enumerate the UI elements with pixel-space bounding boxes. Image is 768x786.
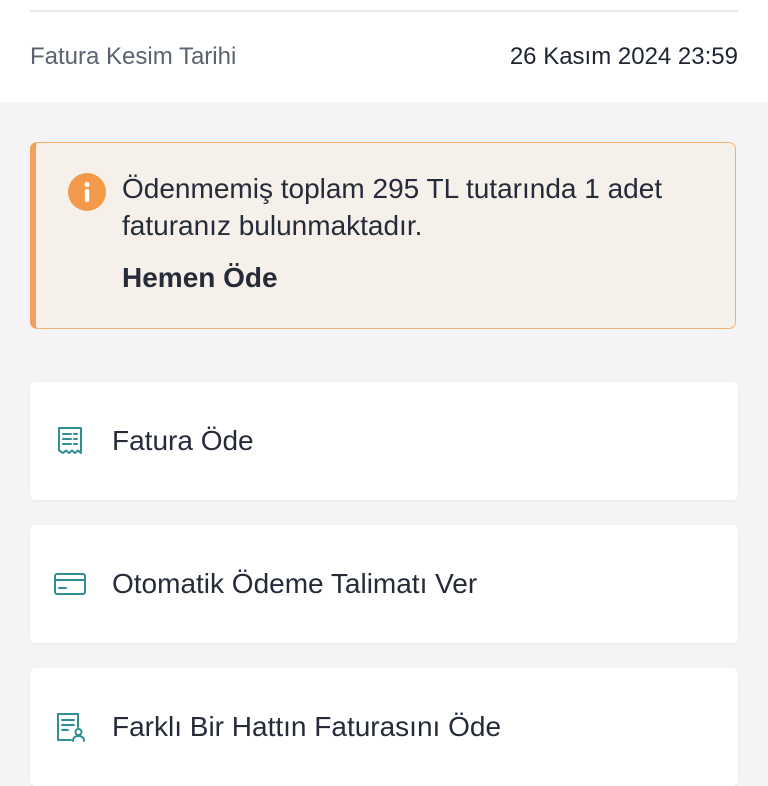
user-document-icon — [54, 711, 86, 743]
credit-card-icon — [54, 568, 86, 600]
pay-invoice-label: Fatura Öde — [112, 425, 254, 456]
divider — [30, 10, 738, 12]
pay-invoice-option[interactable]: Fatura Öde — [30, 382, 738, 500]
invoice-cutoff-value: 26 Kasım 2024 23:59 — [509, 43, 738, 70]
auto-payment-label: Otomatik Ödeme Talimatı Ver — [112, 568, 478, 599]
auto-payment-option[interactable]: Otomatik Ödeme Talimatı Ver — [30, 525, 738, 643]
unpaid-invoice-alert: Ödenmemiş toplam 295 TL tutarında 1 adet… — [30, 142, 736, 329]
other-line-payment-label: Farklı Bir Hattın Faturasını Öde — [112, 711, 502, 742]
invoice-info-section: Fatura Kesim Tarihi 26 Kasım 2024 23:59 — [0, 0, 768, 102]
alert-message: Ödenmemiş toplam 295 TL tutarında 1 adet… — [122, 173, 663, 241]
info-icon — [68, 173, 106, 211]
receipt-icon — [54, 425, 86, 457]
invoice-cutoff-label: Fatura Kesim Tarihi — [30, 43, 237, 70]
other-line-payment-option[interactable]: Farklı Bir Hattın Faturasını Öde — [30, 668, 738, 786]
pay-now-link[interactable]: Hemen Öde — [122, 259, 278, 296]
